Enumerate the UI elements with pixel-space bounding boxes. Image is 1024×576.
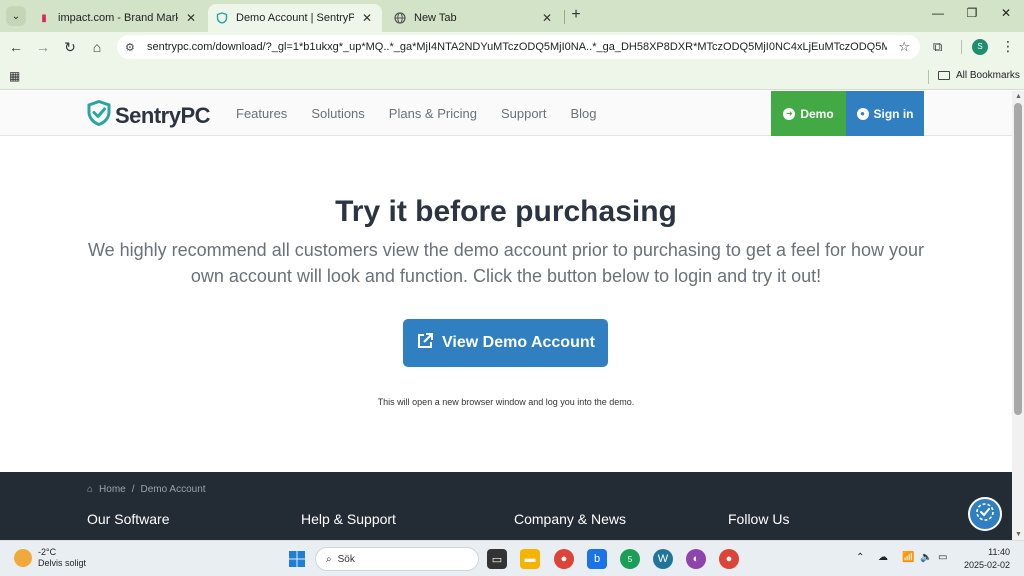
tab-impact[interactable]: ▮ impact.com - Brand Marketplace ✕ [30,4,206,32]
breadcrumb: ⌂ Home / Demo Account [87,484,206,495]
taskbar-search[interactable]: ⌕ Sök [315,547,479,571]
bookmarks-bar: ▦ All Bookmarks [0,62,1024,90]
external-link-icon [416,332,434,355]
breadcrumb-current: Demo Account [140,484,206,495]
chrome-icon[interactable]: ● [719,549,739,569]
bookmarks-divider [928,70,929,84]
wifi-icon[interactable]: 📶 [902,552,914,563]
bookmark-star-icon[interactable]: ☆ [898,39,910,55]
arrow-right-circle-icon: ➜ [783,107,796,120]
footer-heading-follow-us: Follow Us [728,511,790,527]
page-title: Try it before purchasing [335,195,677,228]
accessibility-check-icon [975,502,995,527]
impact-icon: ▮ [41,12,47,24]
page-scrollbar[interactable]: ▲ ▼ [1012,91,1024,540]
forward-arrow-icon[interactable]: → [35,39,51,55]
battery-icon[interactable]: ▭ [938,552,947,563]
cloud-sync-icon[interactable]: ☁ [878,552,888,563]
web-page: SentryPC Features Solutions Plans & Pric… [0,91,1012,540]
chrome-active-icon[interactable]: 5 [620,549,640,569]
footer-heading-company-news: Company & News [514,511,627,527]
view-demo-account-button[interactable]: View Demo Account [403,319,608,367]
tab-strip: ⌄ ▮ impact.com - Brand Marketplace ✕ Dem… [0,0,1024,32]
scroll-up-arrow-icon[interactable]: ▲ [1015,93,1022,100]
nav-features[interactable]: Features [236,106,287,121]
url-text[interactable]: sentrypc.com/download/?_gl=1*b1ukxg*_up*… [147,41,887,53]
start-windows-icon[interactable] [287,549,307,569]
weather-widget[interactable]: -2°C Delvis soligt [14,547,86,569]
temperature: -2°C [38,547,57,557]
chrome-paint-icon[interactable]: ● [554,549,574,569]
scroll-thumb[interactable] [1014,103,1022,415]
demo-button[interactable]: ➜ Demo [771,91,846,136]
brand-name: SentryPC [115,102,211,128]
close-icon[interactable]: ✕ [184,11,198,25]
volume-icon[interactable]: 🔈 [920,552,932,563]
tab-new-tab[interactable]: New Tab ✕ [386,4,562,32]
restore-icon[interactable]: ❐ [962,6,982,20]
breadcrumb-home[interactable]: Home [99,484,126,495]
scroll-down-arrow-icon[interactable]: ▼ [1015,531,1022,538]
browser-toolbar: ← → ↻ ⌂ ⚙ sentrypc.com/download/?_gl=1*b… [0,32,1024,62]
tab-divider [564,10,565,24]
hero-description: We highly recommend all customers view t… [87,240,925,286]
folder-icon [938,71,950,80]
search-icon: ⌕ [326,553,332,565]
windows-taskbar: -2°C Delvis soligt ⌕ Sök ▭ ▬ ● b 5 W ◐ ●… [0,540,1024,576]
shield-check-icon [87,99,111,131]
sign-in-button[interactable]: ● Sign in [846,91,924,136]
demo-note: This will open a new browser window and … [377,397,635,407]
messenger-icon[interactable]: ◐ [686,549,706,569]
nav-support[interactable]: Support [501,106,547,121]
weather-sun-icon [14,549,32,567]
home-icon: ⌂ [87,484,94,495]
globe-icon [394,12,406,24]
system-clock[interactable]: 11:40 2025-02-02 [958,546,1010,572]
address-bar[interactable]: ⚙ sentrypc.com/download/?_gl=1*b1ukxg*_u… [117,35,920,59]
tab-search-button[interactable]: ⌄ [6,6,26,26]
clock-time: 11:40 [988,547,1010,557]
user-circle-icon: ● [856,107,869,120]
chevron-down-icon: ⌄ [11,10,21,22]
site-info-icon[interactable]: ⚙ [125,41,141,54]
window-close-icon[interactable]: ✕ [996,6,1016,20]
apps-grid-icon[interactable]: ▦ [9,69,20,83]
new-tab-button[interactable]: + [568,7,584,23]
sentrypc-shield-icon [216,12,228,24]
file-explorer-icon[interactable]: ▬ [520,549,540,569]
site-footer: ⌂ Home / Demo Account Our Software Help … [0,472,1012,540]
close-icon[interactable]: ✕ [360,11,374,25]
menu-kebab-icon[interactable]: ⋮ [1001,38,1015,55]
main-nav: Features Solutions Plans & Pricing Suppo… [236,106,597,121]
footer-heading-help-support: Help & Support [301,511,396,527]
bing-icon[interactable]: b [587,549,607,569]
profile-avatar[interactable]: S [972,39,988,55]
footer-heading-our-software: Our Software [87,511,170,527]
wordpress-icon[interactable]: W [653,549,673,569]
nav-solutions[interactable]: Solutions [311,106,364,121]
all-bookmarks-button[interactable]: All Bookmarks [938,70,1020,81]
nav-blog[interactable]: Blog [571,106,597,121]
extensions-icon[interactable]: ⧉ [933,39,942,55]
breadcrumb-separator: / [131,484,135,495]
site-logo[interactable]: SentryPC [87,99,211,131]
weather-description: Delvis soligt [38,558,87,568]
back-arrow-icon[interactable]: ← [8,39,24,55]
reload-icon[interactable]: ↻ [62,39,78,55]
toolbar-divider [961,40,962,54]
close-icon[interactable]: ✕ [540,11,554,25]
tray-chevron-up-icon[interactable]: ⌃ [856,552,864,563]
minimize-icon[interactable]: — [928,6,948,20]
site-header: SentryPC Features Solutions Plans & Pric… [0,91,1012,136]
accessibility-help-button[interactable] [968,497,1002,531]
clock-date: 2025-02-02 [963,560,1010,570]
task-view-icon[interactable]: ▭ [487,549,507,569]
nav-plans-pricing[interactable]: Plans & Pricing [389,106,477,121]
home-icon[interactable]: ⌂ [89,39,105,55]
tab-sentrypc-demo[interactable]: Demo Account | SentryPC ✕ [208,4,382,32]
